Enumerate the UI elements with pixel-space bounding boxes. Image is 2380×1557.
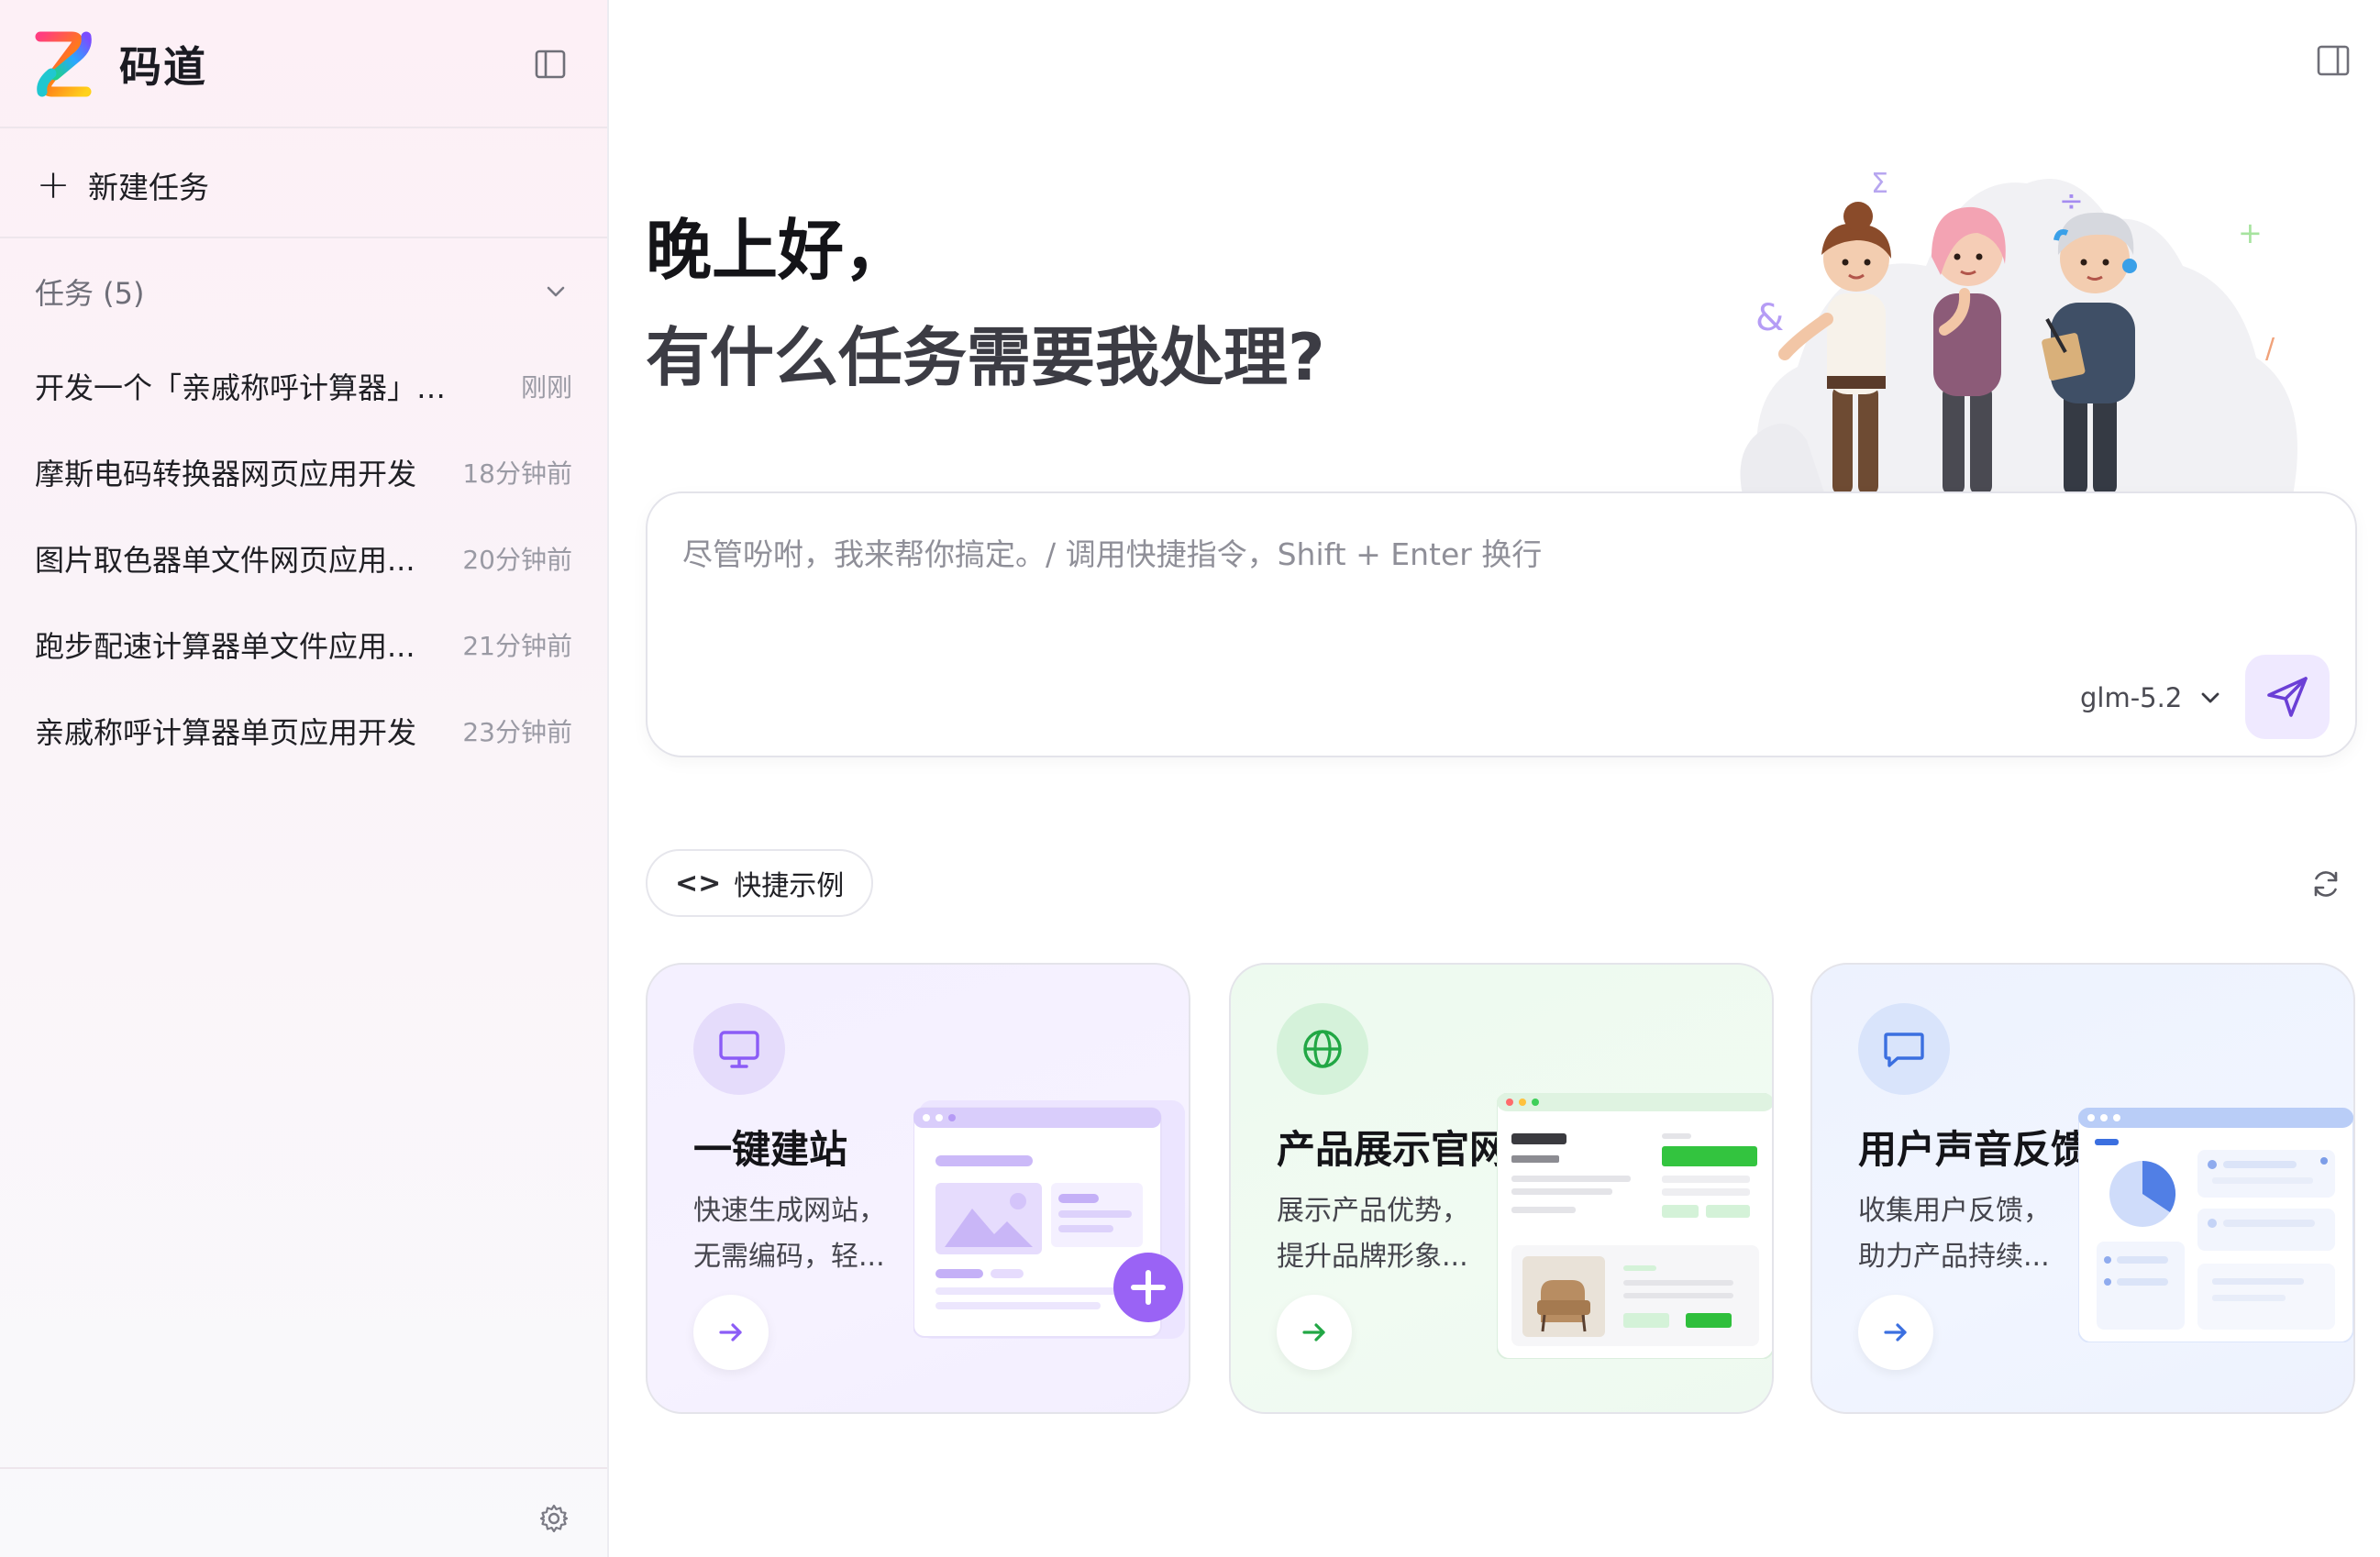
icon-circle xyxy=(1277,1003,1368,1095)
example-card-user-feedback[interactable]: 用户声音反馈 收集用户反馈，助力产品持续... xyxy=(1810,963,2355,1414)
message-icon xyxy=(1884,1032,1924,1067)
arrow-right-icon xyxy=(1302,1323,1325,1342)
globe-icon xyxy=(1303,1030,1342,1068)
task-time: 18分钟前 xyxy=(462,458,572,489)
refresh-icon xyxy=(2314,871,2338,897)
model-selector[interactable]: glm-5.2 xyxy=(2080,675,2222,721)
greeting: 晚上好， xyxy=(646,212,911,289)
card-go-button[interactable] xyxy=(693,1295,769,1370)
arrow-right-icon xyxy=(719,1323,742,1342)
task-item[interactable]: 开发一个「亲戚称呼计算器」单... 刚刚 xyxy=(35,343,572,429)
gear-icon xyxy=(539,1504,569,1533)
task-item[interactable]: 摩斯电码转换器网页应用开发 18分钟前 xyxy=(35,429,572,515)
svg-text:&: & xyxy=(1755,297,1784,339)
right-panel-toggle-button[interactable] xyxy=(2313,40,2353,81)
hero-illustration: Σ ✱ ÷ + & / xyxy=(1740,168,2297,495)
monitor-icon xyxy=(719,1031,759,1068)
quick-examples-chip[interactable]: <> 快捷示例 xyxy=(646,849,874,917)
task-time: 刚刚 xyxy=(520,372,572,403)
feedback-dashboard-illustration xyxy=(2078,1108,2353,1342)
example-card-website[interactable]: 一键建站 快速生成网站，无需编码，轻... xyxy=(646,963,1190,1414)
divider xyxy=(0,127,607,128)
task-name: 图片取色器单文件网页应用... xyxy=(35,543,415,578)
code-icon: <> xyxy=(675,867,722,900)
card-go-button[interactable] xyxy=(1858,1295,1933,1370)
svg-text:Σ: Σ xyxy=(1871,168,1888,200)
task-item[interactable]: 亲戚称呼计算器单页应用开发 23分钟前 xyxy=(35,688,572,774)
svg-text:/: / xyxy=(2265,333,2275,365)
new-task-label: 新建任务 xyxy=(88,170,209,205)
new-task-button[interactable]: + 新建任务 xyxy=(35,158,209,213)
model-selector-value: glm-5.2 xyxy=(2080,682,2183,713)
brand-name: 码道 xyxy=(119,42,207,92)
card-description: 展示产品优势，提升品牌形象... xyxy=(1277,1195,1469,1273)
quick-examples-label: 快捷示例 xyxy=(734,870,845,902)
arrow-right-icon xyxy=(1884,1323,1907,1342)
task-item[interactable]: 图片取色器单文件网页应用... 20分钟前 xyxy=(35,515,572,602)
card-go-button[interactable] xyxy=(1277,1295,1352,1370)
website-builder-illustration xyxy=(913,1100,1185,1339)
brand[interactable]: 码道 xyxy=(35,29,207,99)
chevron-down-icon xyxy=(2201,692,2219,703)
task-list: 开发一个「亲戚称呼计算器」单... 刚刚 摩斯电码转换器网页应用开发 18分钟前… xyxy=(35,343,572,774)
tasks-section-title: 任务 (5) xyxy=(35,276,145,311)
task-time: 20分钟前 xyxy=(462,545,572,575)
task-name: 开发一个「亲戚称呼计算器」单... xyxy=(35,370,466,405)
product-site-illustration xyxy=(1497,1093,1772,1359)
task-time: 23分钟前 xyxy=(462,717,572,747)
svg-text:÷: ÷ xyxy=(2059,183,2084,218)
svg-text:+: + xyxy=(2238,215,2263,250)
greeting-question: 有什么任务需要我处理? xyxy=(646,320,1325,395)
card-title: 产品展示官网 xyxy=(1277,1127,1509,1172)
right-panel-icon xyxy=(2317,45,2350,76)
settings-button[interactable] xyxy=(536,1500,572,1537)
divider xyxy=(0,237,607,238)
task-name: 摩斯电码转换器网页应用开发 xyxy=(35,457,417,491)
refresh-examples-button[interactable] xyxy=(2306,864,2346,904)
card-title: 一键建站 xyxy=(693,1127,848,1172)
tasks-section-toggle[interactable]: 任务 (5) xyxy=(35,266,569,317)
task-composer: glm-5.2 xyxy=(646,491,2357,757)
card-title: 用户声音反馈 xyxy=(1858,1127,2090,1172)
chevron-down-icon xyxy=(547,286,565,297)
icon-circle xyxy=(693,1003,785,1095)
task-item[interactable]: 跑步配速计算器单文件应用... 21分钟前 xyxy=(35,602,572,688)
divider xyxy=(0,1467,607,1469)
brand-logo xyxy=(35,31,92,97)
task-time: 21分钟前 xyxy=(462,631,572,661)
card-description: 快速生成网站，无需编码，轻... xyxy=(693,1195,886,1273)
send-button[interactable] xyxy=(2245,655,2330,739)
sidebar-collapse-button[interactable] xyxy=(532,46,569,83)
send-icon xyxy=(2267,677,2308,717)
task-input[interactable] xyxy=(682,530,2315,640)
icon-circle xyxy=(1858,1003,1950,1095)
sidebar-collapse-icon xyxy=(535,50,566,79)
task-name: 亲戚称呼计算器单页应用开发 xyxy=(35,715,417,750)
card-description: 收集用户反馈，助力产品持续... xyxy=(1858,1195,2051,1273)
example-card-product-site[interactable]: 产品展示官网 展示产品优势，提升品牌形象... xyxy=(1229,963,1774,1414)
task-name: 跑步配速计算器单文件应用... xyxy=(35,629,415,664)
sidebar: 码道 + 新建任务 任务 (5) 开发一个「亲戚称呼计算器」单... 刚刚 摩斯… xyxy=(0,0,609,1557)
plus-icon: + xyxy=(36,161,71,208)
